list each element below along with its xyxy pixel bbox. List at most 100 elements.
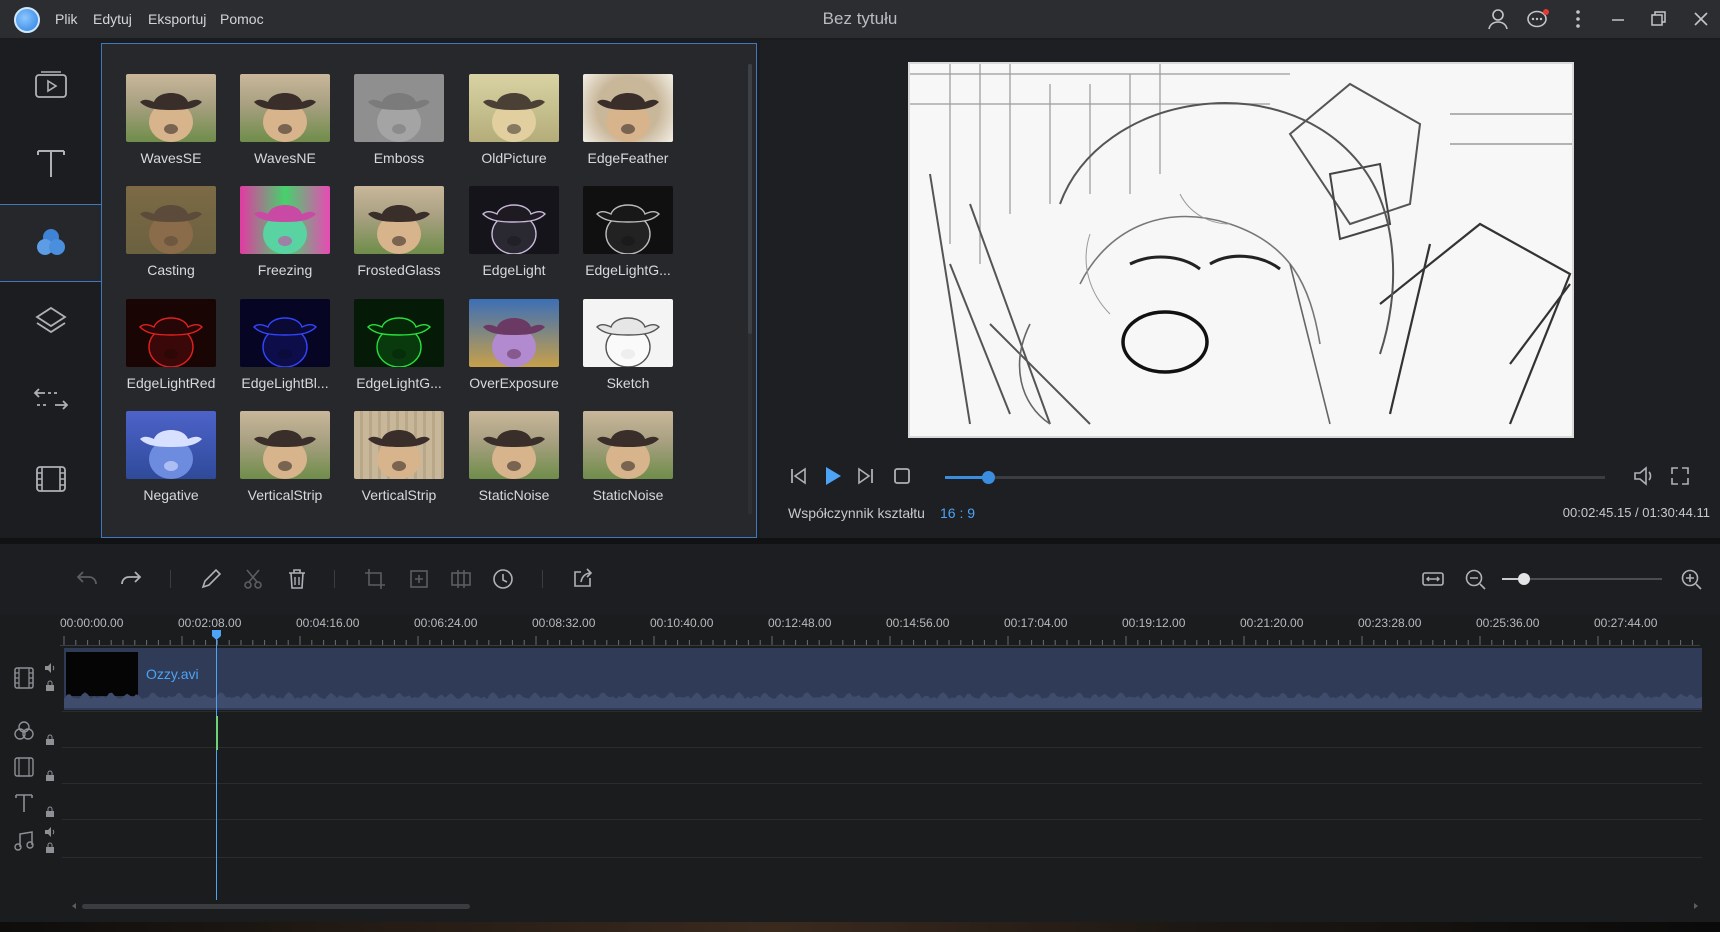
menu-help[interactable]: Pomoc [220,11,264,27]
filter-thumbnail [240,411,330,479]
filter-item[interactable]: VerticalStrip [230,411,340,503]
delete-icon[interactable] [284,566,310,592]
video-track-header [0,646,62,712]
filter-item[interactable]: Freezing [230,186,340,278]
playhead[interactable] [216,632,217,900]
lock-track-icon[interactable] [44,806,56,818]
timeline-scrollbar[interactable] [70,902,1700,910]
filter-label: WavesNE [254,150,316,166]
overlay-icon [34,306,67,334]
filter-label: Sketch [606,375,650,391]
timeline-ruler[interactable]: 00:00:00.00 00:02:08.00 00:04:16.00 00:06:2… [60,614,1700,646]
export-share-icon[interactable] [570,566,596,592]
play-icon[interactable] [820,464,844,488]
ruler-tick-label: 00:17:04.00 [1004,616,1068,630]
filter-item[interactable]: Negative [116,411,226,503]
redo-icon[interactable] [118,566,144,592]
filter-item[interactable]: EdgeLightRed [116,299,226,391]
zoom-slider-handle[interactable] [1518,573,1531,585]
filter-label: Emboss [373,150,425,166]
filter-item[interactable]: Emboss [344,74,454,166]
undo-icon[interactable] [74,566,100,592]
filter-item[interactable]: VerticalStrip [344,411,454,503]
filter-item[interactable]: WavesNE [230,74,340,166]
filter-item[interactable]: Casting [116,186,226,278]
filter-item[interactable]: EdgeFeather [573,74,683,166]
filter-label: EdgeLightG... [585,262,671,278]
toolbar-separator [542,570,543,588]
more-menu-icon[interactable] [1565,7,1591,31]
messages-icon[interactable] [1525,7,1551,31]
volume-icon[interactable] [1632,464,1656,488]
mute-track-icon[interactable] [44,826,56,838]
scroll-right-icon[interactable] [1692,902,1700,910]
clip-name: Ozzy.avi [146,666,199,682]
filter-label: EdgeFeather [587,150,669,166]
scroll-left-icon[interactable] [70,902,78,910]
video-preview[interactable] [908,62,1574,438]
zoom-in-icon[interactable] [1678,566,1704,592]
zoom-out-icon[interactable] [1462,566,1488,592]
fullscreen-icon[interactable] [1668,464,1692,488]
edit-pencil-icon[interactable] [198,566,224,592]
filter-item[interactable]: FrostedGlass [344,186,454,278]
filter-item[interactable]: EdgeLightG... [573,186,683,278]
filters-scrollbar[interactable] [748,64,752,514]
restore-icon[interactable] [1645,7,1671,31]
zoom-slider[interactable] [1502,573,1662,585]
filter-item[interactable]: EdgeLightBl... [230,299,340,391]
filters-panel: WavesSE WavesNE Emboss OldPicture EdgeFeathe… [101,43,757,538]
aspect-ratio-selector[interactable]: 16 : 9 [940,505,975,521]
filter-item[interactable]: OverExposure [459,299,569,391]
filter-thumbnail [583,186,673,254]
menu-export[interactable]: Eksportuj [148,11,206,27]
scissors-icon[interactable] [240,566,266,592]
close-icon[interactable] [1688,7,1714,31]
sidebar-item-overlays[interactable] [0,282,101,360]
video-clip[interactable]: Ozzy.avi [64,648,1702,710]
zoom-frame-icon[interactable] [406,566,432,592]
lock-track-icon[interactable] [44,770,56,782]
stop-icon[interactable] [890,464,914,488]
menu-edit[interactable]: Edytuj [93,11,132,27]
sidebar-item-text[interactable] [0,124,101,202]
video-track-icon [14,667,34,689]
fit-timeline-icon[interactable] [1420,566,1446,592]
filters-scrollbar-thumb[interactable] [748,64,752,334]
filter-item[interactable]: EdgeLight [459,186,569,278]
app-logo-icon[interactable] [14,7,40,33]
sidebar-item-transitions[interactable] [0,360,101,438]
next-frame-icon[interactable] [854,464,878,488]
timeline-scrollbar-thumb[interactable] [82,904,470,909]
filter-label: StaticNoise [592,487,664,503]
crop-icon[interactable] [362,566,388,592]
mute-track-icon[interactable] [44,662,56,674]
minimize-icon[interactable] [1605,7,1631,31]
music-track-header [0,820,62,858]
filters-icon [37,229,65,255]
mosaic-icon[interactable] [448,566,474,592]
sidebar-item-elements[interactable] [0,440,101,518]
filter-label: EdgeLightRed [126,375,216,391]
filter-item[interactable]: Sketch [573,299,683,391]
filter-item[interactable]: EdgeLightG... [344,299,454,391]
lock-track-icon[interactable] [44,842,56,854]
previous-frame-icon[interactable] [786,464,810,488]
overlay-track-icon [14,757,34,777]
filter-item[interactable]: WavesSE [116,74,226,166]
menu-file[interactable]: Plik [55,11,78,27]
lock-track-icon[interactable] [44,680,56,692]
transition-icon [33,388,68,410]
duration-clock-icon[interactable] [490,566,516,592]
playback-progress[interactable] [945,471,1605,484]
playback-progress-handle[interactable] [982,471,996,484]
filter-thumbnail [469,299,559,367]
sidebar-item-media[interactable] [0,46,101,124]
music-track-icon [14,831,34,851]
lock-track-icon[interactable] [44,734,56,746]
filter-item[interactable]: OldPicture [459,74,569,166]
sidebar-item-filters[interactable] [0,204,102,282]
account-icon[interactable] [1485,7,1511,31]
filter-item[interactable]: StaticNoise [573,411,683,503]
filter-item[interactable]: StaticNoise [459,411,569,503]
